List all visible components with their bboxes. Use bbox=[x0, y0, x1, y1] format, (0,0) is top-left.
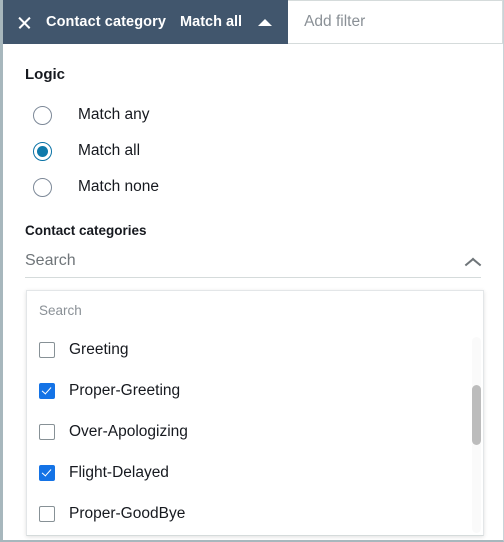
logic-radio-group: Match any Match all Match none bbox=[3, 97, 503, 205]
contact-categories-dropdown: Search Greeting Proper-Greeting Over-Apo… bbox=[26, 290, 484, 536]
radio-option-match-none[interactable]: Match none bbox=[3, 169, 503, 205]
checkbox-checked-icon[interactable] bbox=[39, 382, 55, 399]
dropdown-option-proper-goodbye[interactable]: Proper-GoodBye bbox=[27, 493, 483, 534]
dropdown-option-label: Proper-GoodBye bbox=[69, 504, 186, 522]
dropdown-option-label: Proper-Greeting bbox=[69, 381, 181, 399]
radio-label: Match any bbox=[78, 106, 150, 123]
dropdown-option-label: Flight-Delayed bbox=[69, 463, 169, 481]
radio-label: Match none bbox=[78, 178, 159, 195]
dropdown-scrollbar-track[interactable] bbox=[472, 337, 481, 533]
add-filter-input[interactable]: Add filter bbox=[288, 0, 503, 43]
panel-body: Logic Match any Match all Match none Con… bbox=[3, 66, 503, 278]
checkbox-checked-icon[interactable] bbox=[39, 464, 55, 481]
filter-bar: Contact category Match all Add filter bbox=[3, 0, 503, 44]
radio-label: Match all bbox=[78, 142, 141, 159]
dropdown-option-label: Over-Apologizing bbox=[69, 422, 188, 440]
dropdown-option-proper-greeting[interactable]: Proper-Greeting bbox=[27, 370, 483, 411]
radio-icon-unchecked[interactable] bbox=[33, 105, 52, 125]
dropdown-option-over-apologizing[interactable]: Over-Apologizing bbox=[27, 411, 483, 452]
radio-option-match-all[interactable]: Match all bbox=[3, 133, 503, 169]
caret-up-icon[interactable] bbox=[258, 18, 273, 26]
dropdown-option-label: Greeting bbox=[69, 340, 129, 358]
filter-panel: Contact category Match all Add filter Lo… bbox=[0, 0, 504, 542]
filter-token-title: Contact category bbox=[46, 14, 167, 30]
dropdown-search-input[interactable]: Search bbox=[27, 291, 483, 329]
radio-icon-checked[interactable] bbox=[33, 141, 52, 161]
dropdown-option-list: Greeting Proper-Greeting Over-Apologizin… bbox=[27, 329, 483, 535]
checkbox-unchecked-icon[interactable] bbox=[39, 505, 55, 522]
chevron-up-icon[interactable] bbox=[465, 253, 480, 268]
checkbox-unchecked-icon[interactable] bbox=[39, 423, 55, 440]
dropdown-scrollbar-thumb[interactable] bbox=[472, 385, 481, 445]
checkbox-unchecked-icon[interactable] bbox=[39, 341, 55, 358]
contact-categories-label: Contact categories bbox=[25, 223, 147, 238]
logic-heading: Logic bbox=[25, 66, 65, 83]
dropdown-option-flight-delayed[interactable]: Flight-Delayed bbox=[27, 452, 483, 493]
dropdown-option-greeting[interactable]: Greeting bbox=[27, 329, 483, 370]
filter-token-operator[interactable]: Match all bbox=[180, 14, 242, 30]
radio-option-match-any[interactable]: Match any bbox=[3, 97, 503, 133]
close-icon[interactable] bbox=[17, 15, 32, 30]
filter-token-contact-category[interactable]: Contact category Match all bbox=[3, 0, 289, 44]
contact-categories-select[interactable]: Search bbox=[25, 244, 481, 278]
radio-icon-unchecked[interactable] bbox=[33, 177, 52, 197]
contact-categories-select-value: Search bbox=[25, 251, 76, 269]
